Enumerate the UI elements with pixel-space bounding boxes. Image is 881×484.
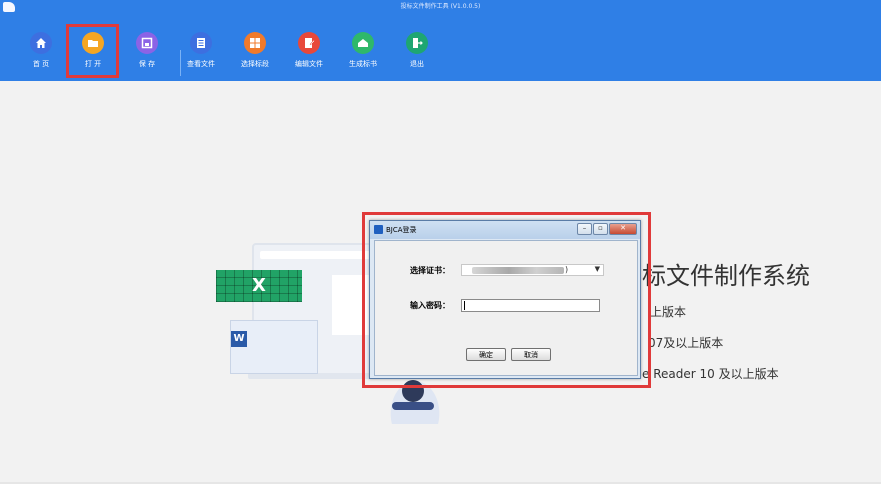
grid-icon bbox=[244, 32, 266, 54]
word-letter: W bbox=[233, 333, 245, 344]
requirement-line-1: 上版本 bbox=[650, 305, 687, 319]
toolbar-edit-file-label: 编辑文件 bbox=[295, 60, 323, 68]
password-input[interactable] bbox=[461, 299, 600, 312]
dialog-window-buttons: – ▫ ✕ bbox=[576, 223, 637, 235]
toolbar-view-file-label: 查看文件 bbox=[187, 60, 215, 68]
toolbar-exit-label: 退出 bbox=[410, 60, 424, 68]
generate-icon bbox=[352, 32, 374, 54]
toolbar-select-section-label: 选择标段 bbox=[241, 60, 269, 68]
home-icon bbox=[30, 32, 52, 54]
app-logo-icon bbox=[3, 2, 15, 12]
excel-icon: X bbox=[216, 270, 302, 302]
toolbar-save-button[interactable]: 保 存 bbox=[122, 32, 172, 76]
minimize-button[interactable]: – bbox=[577, 223, 592, 235]
toolbar-home-button[interactable]: 首 页 bbox=[16, 32, 66, 76]
edit-icon bbox=[298, 32, 320, 54]
toolbar-view-file-button[interactable]: 查看文件 bbox=[176, 32, 226, 76]
requirement-line-3: e Reader 10 及以上版本 bbox=[642, 367, 779, 381]
requirement-line-2: 07及以上版本 bbox=[648, 336, 724, 350]
dialog-body: 选择证书： ) ▼ 输入密码： 确定 取消 bbox=[374, 240, 638, 376]
toolbar-generate-bid-label: 生成标书 bbox=[349, 60, 377, 68]
document-icon bbox=[190, 32, 212, 54]
cert-value-blurred bbox=[472, 267, 564, 274]
cert-suffix: ) bbox=[565, 265, 569, 274]
toolbar-home-label: 首 页 bbox=[32, 60, 50, 68]
toolbar-exit-button[interactable]: 退出 bbox=[392, 32, 442, 76]
cert-select[interactable]: ) ▼ bbox=[461, 264, 604, 276]
window-title: 投标文件制作工具 (V1.0.0.5) bbox=[400, 3, 481, 10]
open-button-highlight bbox=[66, 24, 119, 78]
toolbar-generate-bid-button[interactable]: 生成标书 bbox=[338, 32, 388, 76]
cert-label: 选择证书： bbox=[410, 266, 450, 275]
illustration-person-legs bbox=[392, 402, 434, 410]
cancel-button[interactable]: 取消 bbox=[511, 348, 551, 361]
dialog-titlebar[interactable]: BJCA登录 – ▫ ✕ bbox=[370, 221, 640, 239]
exit-icon bbox=[406, 32, 428, 54]
toolbar-save-label: 保 存 bbox=[138, 60, 156, 68]
word-icon: W bbox=[231, 331, 247, 347]
close-button[interactable]: ✕ bbox=[609, 223, 637, 235]
toolbar-select-section-button[interactable]: 选择标段 bbox=[230, 32, 280, 76]
ok-button[interactable]: 确定 bbox=[466, 348, 506, 361]
excel-letter: X bbox=[252, 275, 266, 296]
bjca-login-dialog: BJCA登录 – ▫ ✕ 选择证书： ) ▼ 输入密码： 确定 取消 bbox=[369, 220, 641, 379]
dropdown-arrow-icon: ▼ bbox=[594, 265, 600, 273]
dialog-title: BJCA登录 bbox=[386, 226, 417, 234]
system-title: 标文件制作系统 bbox=[642, 262, 810, 290]
save-icon bbox=[136, 32, 158, 54]
window-titlebar: 投标文件制作工具 (V1.0.0.5) bbox=[0, 0, 881, 14]
password-label: 输入密码： bbox=[410, 301, 450, 310]
toolbar-edit-file-button[interactable]: 编辑文件 bbox=[284, 32, 334, 76]
maximize-button[interactable]: ▫ bbox=[593, 223, 608, 235]
main-toolbar: 首 页 打 开 保 存 查看文件 选择标段 编辑文件 生成标书 退出 bbox=[0, 14, 881, 81]
text-caret bbox=[464, 301, 465, 310]
word-document-illustration: W bbox=[230, 320, 318, 374]
bjca-icon bbox=[374, 225, 383, 234]
